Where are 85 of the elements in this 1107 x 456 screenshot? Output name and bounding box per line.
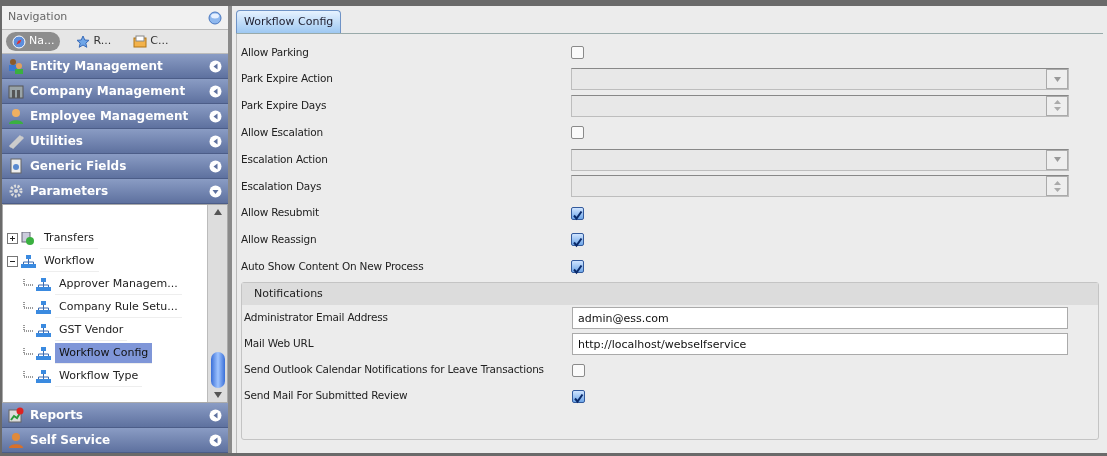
check-icon	[573, 393, 584, 405]
tree-item[interactable]: GST Vendor	[55, 319, 128, 342]
dropdown-arrow-icon	[1053, 157, 1061, 163]
transfer-icon	[21, 231, 37, 246]
star-icon	[76, 34, 91, 49]
dropdown[interactable]	[571, 68, 1069, 91]
checkbox[interactable]	[571, 233, 584, 247]
tree-item[interactable]: Company Rule Setu...	[55, 296, 182, 319]
hierarchy-icon	[36, 277, 52, 292]
section-header[interactable]: Reports	[2, 403, 228, 428]
section-header[interactable]: Employee Management	[2, 104, 228, 129]
tree-item[interactable]: Workflow Type	[55, 365, 143, 388]
chevron-icon	[209, 408, 222, 422]
building-icon	[8, 83, 24, 99]
person-icon	[8, 432, 24, 448]
folder-icon	[133, 34, 148, 49]
check-icon	[572, 236, 583, 248]
hierarchy-icon	[36, 300, 52, 315]
scroll-up-icon	[213, 209, 222, 215]
dropdown-arrow-icon	[1053, 76, 1061, 82]
scroll-thumb[interactable]	[210, 352, 225, 388]
checkbox[interactable]	[572, 389, 585, 403]
dropdown[interactable]	[571, 148, 1069, 171]
field-label: Park Expire Action	[241, 71, 334, 87]
field-label: Administrator Email Address	[243, 310, 389, 326]
collapse-icon[interactable]	[7, 256, 18, 267]
nav-tab-button[interactable]: C...	[127, 32, 175, 51]
orb-icon	[208, 10, 222, 25]
section-header[interactable]: Utilities	[2, 129, 228, 154]
gear-icon	[8, 183, 24, 199]
chevron-icon	[209, 59, 222, 73]
tree-item[interactable]: Workflow Config	[55, 342, 153, 365]
panel-title: Navigation	[8, 9, 68, 26]
people-icon	[8, 58, 24, 74]
chevron-icon	[209, 84, 222, 98]
checkbox[interactable]	[571, 126, 584, 140]
chart-icon	[8, 407, 24, 423]
hierarchy-icon	[36, 369, 52, 384]
section-header[interactable]: Generic Fields	[2, 154, 228, 179]
field-label: Auto Show Content On New Process	[241, 258, 425, 274]
checkbox[interactable]	[571, 206, 584, 220]
tree-item[interactable]: Transfers	[40, 227, 98, 250]
checkbox[interactable]	[572, 363, 585, 377]
chevron-icon	[209, 184, 222, 198]
section-header[interactable]: Company Management	[2, 79, 228, 104]
field-label: Escalation Action	[241, 151, 329, 167]
person-icon	[8, 108, 24, 124]
checkbox[interactable]	[571, 45, 584, 59]
field-label: Allow Escalation	[241, 124, 324, 140]
check-icon	[572, 263, 583, 275]
spinner-arrows-icon	[1053, 100, 1061, 112]
document-icon	[8, 158, 24, 174]
nav-tab-button[interactable]: R...	[70, 32, 118, 51]
section-header[interactable]: Self Service	[2, 428, 228, 453]
scroll-down-icon	[213, 392, 222, 398]
hierarchy-icon	[36, 346, 52, 361]
chevron-icon	[209, 159, 222, 173]
chevron-icon	[209, 109, 222, 123]
hierarchy-icon	[21, 254, 37, 269]
chevron-icon	[209, 134, 222, 148]
checkbox[interactable]	[571, 260, 584, 274]
field-label: Escalation Days	[241, 178, 323, 194]
chevron-icon	[209, 433, 222, 447]
tree-item[interactable]: Workflow	[40, 250, 99, 273]
field-label: Mail Web URL	[243, 336, 315, 352]
text-field[interactable]: admin@ess.com	[572, 307, 1068, 330]
compass-icon	[12, 34, 26, 49]
field-label: Send Mail For Submitted Review	[243, 388, 409, 404]
text-field[interactable]: http://localhost/webselfservice	[572, 333, 1068, 356]
field-label: Allow Resubmit	[241, 205, 320, 221]
check-icon	[572, 210, 583, 222]
field-label: Park Expire Days	[241, 98, 328, 114]
number-spinner[interactable]	[571, 175, 1069, 198]
tab[interactable]: Workflow Config	[236, 9, 342, 33]
group-title: Notifications	[254, 285, 323, 302]
section-header[interactable]: Parameters	[2, 179, 228, 204]
hierarchy-icon	[36, 323, 52, 338]
tree-item[interactable]: Approver Managem...	[55, 273, 182, 296]
spinner-arrows-icon	[1053, 180, 1061, 192]
field-label: Allow Parking	[241, 44, 310, 60]
field-label: Send Outlook Calendar Notifications for Leave Transactions	[243, 362, 545, 378]
field-label: Allow Reassign	[241, 232, 318, 248]
expand-icon[interactable]	[7, 233, 18, 244]
section-header[interactable]: Entity Management	[2, 54, 228, 79]
number-spinner[interactable]	[571, 95, 1069, 117]
